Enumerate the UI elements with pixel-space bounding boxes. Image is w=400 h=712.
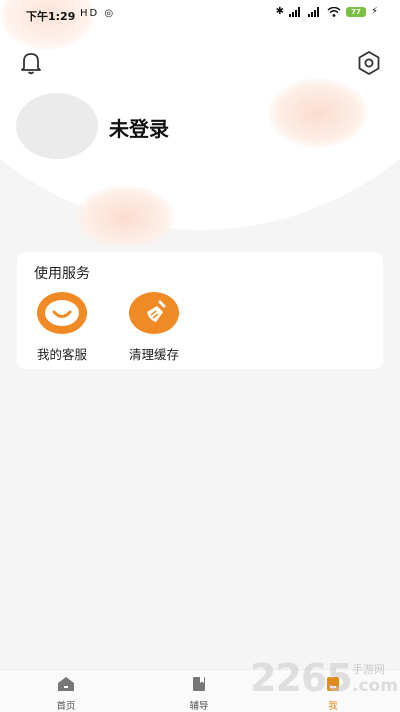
clear-cache-button[interactable]: 清理缓存 bbox=[114, 292, 194, 363]
signal-icon bbox=[307, 6, 319, 17]
status-time: 下午1:29 bbox=[26, 10, 76, 23]
services-title: 使用服务 bbox=[34, 266, 90, 282]
wifi-icon bbox=[327, 6, 341, 17]
charging-icon: ⚡ bbox=[370, 6, 378, 17]
status-bar: 下午1:29 HD ◎ ✱ 77 ⚡ bbox=[0, 0, 400, 28]
status-notification-icons: HD ◎ bbox=[80, 8, 116, 19]
settings-icon[interactable] bbox=[356, 50, 382, 76]
services-card: 使用服务 我的客服 清理缓存 bbox=[17, 252, 383, 369]
book-icon bbox=[193, 677, 205, 691]
tab-tutoring[interactable]: 辅导 bbox=[164, 676, 234, 712]
home-icon bbox=[58, 677, 74, 691]
customer-service-button[interactable]: 我的客服 bbox=[22, 292, 102, 363]
watermark-number: 2265 bbox=[250, 656, 353, 700]
clear-cache-label: 清理缓存 bbox=[128, 347, 179, 362]
watermark-domain: .com bbox=[352, 676, 398, 696]
broom-icon bbox=[129, 292, 179, 334]
bluetooth-icon: ✱ bbox=[275, 6, 284, 17]
tab-tutoring-label: 辅导 bbox=[189, 701, 209, 712]
decor-blob bbox=[268, 78, 368, 148]
username-label[interactable]: 未登录 bbox=[109, 113, 169, 142]
watermark-text: 手游网 bbox=[352, 663, 385, 676]
customer-service-label: 我的客服 bbox=[36, 347, 87, 362]
bell-icon[interactable] bbox=[18, 50, 44, 76]
status-right-icons: ✱ 77 ⚡ bbox=[276, 6, 378, 17]
decor-blob bbox=[75, 185, 175, 245]
smile-icon bbox=[37, 292, 87, 334]
avatar[interactable] bbox=[16, 93, 98, 159]
tab-me-label: 我 bbox=[328, 701, 338, 712]
signal-icon bbox=[288, 6, 300, 17]
tab-home[interactable]: 首页 bbox=[31, 676, 101, 712]
tab-home-label: 首页 bbox=[56, 701, 76, 712]
battery-icon: 77 bbox=[345, 6, 366, 17]
